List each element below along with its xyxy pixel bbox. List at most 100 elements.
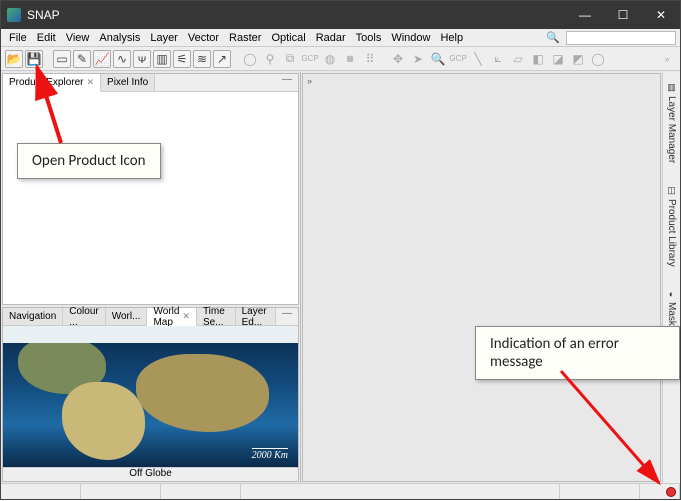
- menubar: File Edit View Analysis Layer Vector Ras…: [1, 29, 680, 47]
- tab-world-short[interactable]: Worl...: [106, 308, 148, 325]
- zoom-icon[interactable]: 🔍: [429, 50, 447, 68]
- main-view[interactable]: »: [302, 73, 661, 482]
- body: Product Explorer ✕ Pixel Info — Navigati…: [1, 72, 662, 483]
- shape-icon[interactable]: ◧: [529, 50, 547, 68]
- chart-icon[interactable]: 📈: [93, 50, 111, 68]
- tag-icon[interactable]: ◪: [549, 50, 567, 68]
- status-cell: [81, 484, 161, 499]
- app-title: SNAP: [27, 8, 60, 22]
- product-explorer-body[interactable]: [3, 92, 298, 304]
- tab-layer-editor[interactable]: Layer Ed...: [236, 308, 276, 325]
- lineplot-icon[interactable]: ≋: [193, 50, 211, 68]
- menu-radar[interactable]: Radar: [312, 32, 350, 44]
- search-input[interactable]: [566, 31, 676, 45]
- library-icon: ◫: [667, 185, 676, 196]
- menu-help[interactable]: Help: [436, 32, 467, 44]
- arrow-icon[interactable]: ➤: [409, 50, 427, 68]
- angle-icon[interactable]: ⟀: [489, 50, 507, 68]
- crop-icon[interactable]: ✎: [73, 50, 91, 68]
- world-map-body[interactable]: 2000 Km Off Globe: [3, 326, 298, 481]
- tag2-icon[interactable]: ◩: [569, 50, 587, 68]
- menu-raster[interactable]: Raster: [225, 32, 265, 44]
- gcp2-icon[interactable]: GCP: [449, 50, 467, 68]
- maximize-button[interactable]: ☐: [604, 1, 642, 29]
- left-top-tabs: Product Explorer ✕ Pixel Info —: [3, 74, 298, 92]
- error-indicator-icon[interactable]: [666, 487, 676, 497]
- cluster-icon[interactable]: ⠿: [361, 50, 379, 68]
- right-dock: ▥ Layer Manager ◫ Product Library ◐ Mask…: [662, 72, 680, 483]
- close-button[interactable]: ✕: [642, 1, 680, 29]
- map-caption: Off Globe: [3, 467, 298, 481]
- menu-layer[interactable]: Layer: [146, 32, 182, 44]
- status-cell: [161, 484, 241, 499]
- left-bot-tabs: Navigation Colour ... Worl... World Map …: [3, 308, 298, 326]
- mask-icon[interactable]: ◍: [321, 50, 339, 68]
- ellipse-icon[interactable]: ◯: [589, 50, 607, 68]
- panel-minimize-icon[interactable]: —: [276, 308, 298, 325]
- titlebar: SNAP — ☐ ✕: [1, 1, 680, 29]
- callout-error-message: Indication of an error message: [475, 326, 680, 380]
- tab-colour[interactable]: Colour ...: [63, 308, 105, 325]
- main-overflow-icon[interactable]: »: [307, 76, 312, 86]
- layers-icon[interactable]: ⧉: [281, 50, 299, 68]
- open-product-button[interactable]: 📂: [5, 50, 23, 68]
- tab-product-explorer[interactable]: Product Explorer ✕: [3, 74, 101, 92]
- minimize-button[interactable]: —: [566, 1, 604, 29]
- tab-label: Time Se...: [203, 306, 229, 328]
- scatter-icon[interactable]: ⚟: [173, 50, 191, 68]
- right-tab-layer-manager[interactable]: ▥ Layer Manager: [666, 78, 677, 167]
- histogram-icon[interactable]: ▥: [153, 50, 171, 68]
- spectrum-icon[interactable]: ᴪ: [133, 50, 151, 68]
- grid-icon[interactable]: ▦: [341, 50, 359, 68]
- menu-window[interactable]: Window: [387, 32, 434, 44]
- search-box: 🔍: [542, 31, 676, 45]
- menu-vector[interactable]: Vector: [184, 32, 223, 44]
- bars-icon[interactable]: ∿: [113, 50, 131, 68]
- app-window: SNAP — ☐ ✕ File Edit View Analysis Layer…: [0, 0, 681, 500]
- scale-bar: 2000 Km: [252, 450, 288, 461]
- polygon-icon[interactable]: ▱: [509, 50, 527, 68]
- profile-icon[interactable]: ↗: [213, 50, 231, 68]
- right-tab-label: Product Library: [666, 199, 677, 267]
- menu-view[interactable]: View: [62, 32, 94, 44]
- tab-pixel-info[interactable]: Pixel Info: [101, 74, 155, 91]
- ruler-icon[interactable]: ╲: [469, 50, 487, 68]
- search-icon[interactable]: 🔍: [542, 31, 564, 44]
- right-tab-label: Layer Manager: [666, 96, 677, 163]
- right-tab-product-library[interactable]: ◫ Product Library: [666, 181, 677, 271]
- status-cell: [1, 484, 81, 499]
- toolbar-overflow-icon[interactable]: »: [658, 50, 676, 68]
- statusbar: [1, 483, 680, 499]
- save-button[interactable]: 💾: [25, 50, 43, 68]
- tab-navigation[interactable]: Navigation: [3, 308, 63, 325]
- callout-text: Open Product Icon: [32, 152, 146, 170]
- menu-analysis[interactable]: Analysis: [95, 32, 144, 44]
- status-cell: [560, 484, 640, 499]
- tab-world-map[interactable]: World Map ✕: [147, 308, 196, 326]
- close-tab-icon[interactable]: ✕: [86, 77, 94, 88]
- gcp-icon[interactable]: GCP: [301, 50, 319, 68]
- menu-optical[interactable]: Optical: [267, 32, 309, 44]
- window-controls: — ☐ ✕: [566, 1, 680, 29]
- tab-label: Worl...: [112, 311, 141, 322]
- world-map-image[interactable]: 2000 Km: [3, 326, 298, 467]
- tab-label: Pixel Info: [107, 77, 148, 88]
- close-tab-icon[interactable]: ✕: [182, 311, 190, 322]
- pin-icon[interactable]: ⚲: [261, 50, 279, 68]
- globe-icon[interactable]: ◯: [241, 50, 259, 68]
- toolbar: 📂 💾 ▭ ✎ 📈 ∿ ᴪ ▥ ⚟ ≋ ↗ ◯ ⚲ ⧉ GCP ◍ ▦ ⠿ ✥ …: [1, 47, 680, 71]
- menu-file[interactable]: File: [5, 32, 31, 44]
- panel-minimize-icon[interactable]: —: [276, 74, 298, 91]
- mask-icon: ◐: [669, 289, 674, 299]
- menu-edit[interactable]: Edit: [33, 32, 60, 44]
- left-column: Product Explorer ✕ Pixel Info — Navigati…: [1, 72, 301, 483]
- product-explorer-panel: Product Explorer ✕ Pixel Info —: [2, 73, 299, 305]
- select-rect-icon[interactable]: ▭: [53, 50, 71, 68]
- pan-icon[interactable]: ✥: [389, 50, 407, 68]
- tab-label: Colour ...: [69, 306, 98, 328]
- menu-tools[interactable]: Tools: [352, 32, 386, 44]
- tab-label: Product Explorer: [9, 77, 83, 88]
- tab-time-series[interactable]: Time Se...: [197, 308, 236, 325]
- callout-text: Indication of an error message: [490, 335, 619, 371]
- callout-open-product: Open Product Icon: [17, 143, 161, 179]
